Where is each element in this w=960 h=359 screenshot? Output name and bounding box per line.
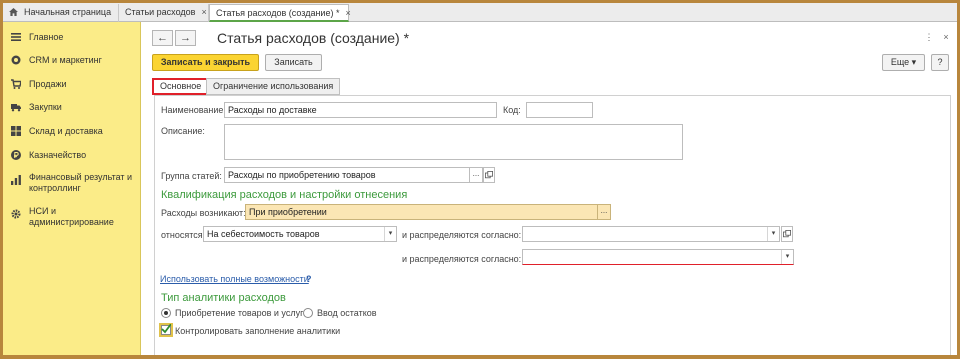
chart-icon [11, 175, 21, 185]
sidebar-item-warehouse[interactable]: Склад и доставка [3, 126, 141, 137]
cart-icon [11, 79, 21, 89]
name-input[interactable]: Расходы по доставке [224, 102, 497, 118]
chevron-down-icon[interactable]: ▾ [781, 250, 793, 264]
chevron-down-icon[interactable]: ▾ [767, 227, 779, 241]
open-icon [485, 171, 493, 179]
sidebar-item-sales[interactable]: Продажи [3, 79, 141, 90]
form-panel: Наименование: Расходы по доставке Код: О… [154, 95, 951, 355]
help-icon[interactable]: ? [306, 274, 312, 284]
relate-select-value: На себестоимость товаров [207, 229, 320, 239]
section-qualification-title: Квалификация расходов и настройки отнесе… [161, 189, 408, 201]
ruble-icon [11, 150, 21, 160]
sidebar-item-financial-result[interactable]: Финансовый результат и контроллинг [3, 172, 139, 194]
radio-opening-balances-label: Ввод остатков [317, 308, 377, 318]
app-window: Начальная страница Статьи расходов × Стат… [3, 3, 957, 355]
distribution-select-1[interactable]: ▾ [522, 226, 780, 242]
sidebar-item-label: Казначейство [29, 150, 87, 160]
warehouse-icon [11, 126, 21, 136]
sidebar-item-label: Главное [29, 32, 64, 42]
group-input[interactable]: Расходы по приобретению товаров [224, 167, 470, 183]
sidebar-item-label: CRM и маркетинг [29, 55, 102, 65]
forward-button[interactable]: → [175, 30, 196, 46]
help-button[interactable]: ? [931, 54, 949, 71]
code-input[interactable] [526, 102, 593, 118]
arise-input[interactable]: При приобретении [245, 204, 609, 220]
distribution-select-2[interactable]: ▾ [522, 249, 794, 265]
tab-usage-restriction[interactable]: Ограничение использования [206, 78, 341, 95]
group-label: Группа статей: [161, 171, 222, 181]
code-label: Код: [503, 105, 521, 115]
sidebar-item-treasury[interactable]: Казначейство [3, 150, 141, 161]
close-icon[interactable]: × [345, 8, 350, 18]
sidebar-item-main[interactable]: Главное [3, 32, 141, 43]
crm-icon [11, 55, 21, 65]
sidebar-item-label: НСИ и администрирование [29, 206, 114, 227]
tab-main[interactable]: Основное [152, 78, 210, 95]
distribution-label-1: и распределяются согласно: [402, 230, 522, 240]
tab-expense-item-create[interactable]: Статья расходов (создание) * × [209, 4, 351, 22]
top-tab-bar: Начальная страница Статьи расходов × Стат… [3, 3, 957, 22]
tab-home-label: Начальная страница [24, 7, 112, 17]
distribution-open-button[interactable] [781, 226, 793, 242]
close-icon[interactable]: × [939, 30, 953, 44]
more-button-label: Еще [890, 57, 910, 67]
sidebar: Главное CRM и маркетинг Продажи Закупки … [3, 22, 141, 355]
sidebar-item-crm[interactable]: CRM и маркетинг [3, 55, 141, 66]
save-and-close-button[interactable]: Записать и закрыть [152, 54, 259, 71]
name-label: Наименование: [161, 105, 226, 115]
more-button[interactable]: Еще ▾ [882, 54, 925, 71]
save-button[interactable]: Записать [265, 54, 322, 71]
arise-select-button[interactable]: ... [597, 204, 611, 220]
control-analytics-label: Контролировать заполнение аналитики [175, 326, 341, 336]
chevron-down-icon[interactable]: ▾ [384, 227, 396, 241]
description-label: Описание: [161, 126, 205, 136]
tab-home[interactable]: Начальная страница [3, 4, 119, 22]
group-select-button[interactable]: ... [469, 167, 483, 183]
distribution-label-2: и распределяются согласно: [402, 254, 522, 264]
open-icon [783, 230, 791, 238]
back-button[interactable]: ← [152, 30, 173, 46]
more-vertical-icon[interactable]: ⋮ [922, 30, 936, 44]
sidebar-item-purchases[interactable]: Закупки [3, 102, 141, 113]
description-textarea[interactable] [224, 124, 683, 160]
sidebar-item-label: Продажи [29, 79, 67, 89]
tab-expense-item-create-label: Статья расходов (создание) * [216, 8, 340, 18]
arise-label: Расходы возникают: [161, 208, 246, 218]
sidebar-item-label: Закупки [29, 102, 62, 112]
chevron-down-icon: ▾ [911, 57, 917, 67]
close-icon[interactable]: × [201, 7, 206, 17]
radio-purchase[interactable] [161, 308, 171, 318]
main-content: ← → Статья расходов (создание) * ⋮ × Зап… [142, 22, 957, 355]
menu-icon [11, 33, 21, 41]
tab-expense-items[interactable]: Статьи расходов × [119, 4, 209, 22]
home-icon [9, 8, 18, 16]
group-open-button[interactable] [483, 167, 495, 183]
gear-icon [11, 209, 21, 219]
relate-label: относятся: [161, 230, 206, 240]
sidebar-item-label: Склад и доставка [29, 126, 103, 136]
radio-purchase-label: Приобретение товаров и услуг [175, 308, 304, 318]
page-title: Статья расходов (создание) * [217, 30, 410, 46]
relate-select[interactable]: На себестоимость товаров ▾ [203, 226, 397, 242]
sidebar-item-admin[interactable]: НСИ и администрирование [3, 206, 139, 228]
radio-opening-balances[interactable] [303, 308, 313, 318]
back-arrow-icon: ← [157, 32, 168, 44]
sidebar-item-label: Финансовый результат и контроллинг [29, 172, 133, 193]
truck-icon [11, 104, 21, 112]
tab-expense-items-label: Статьи расходов [125, 7, 196, 17]
forward-arrow-icon: → [180, 32, 191, 44]
control-analytics-checkbox[interactable] [161, 324, 171, 335]
checkmark-icon [161, 324, 171, 334]
use-full-features-link[interactable]: Использовать полные возможности [160, 274, 309, 284]
section-analytics-type-title: Тип аналитики расходов [161, 292, 286, 304]
